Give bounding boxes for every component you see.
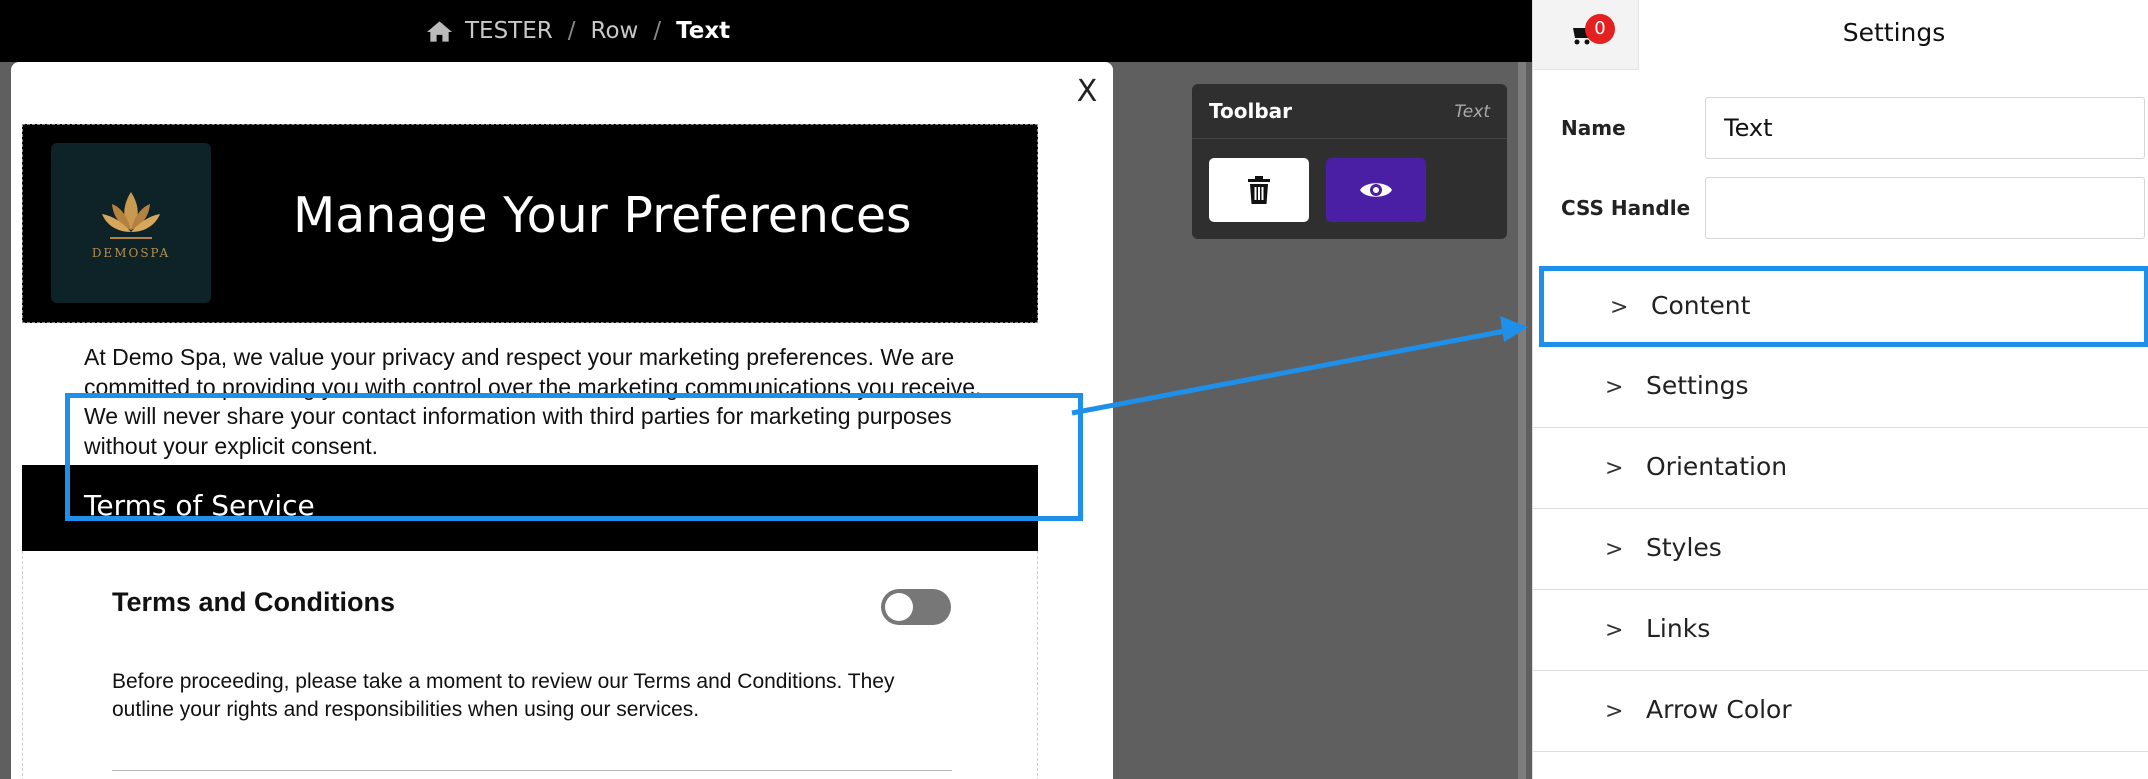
chevron-right-icon: > xyxy=(1605,618,1624,643)
toolbar-element-type: Text xyxy=(1454,102,1490,122)
lotus-logo-icon xyxy=(102,192,160,239)
name-label: Name xyxy=(1561,116,1626,140)
chevron-right-icon: > xyxy=(1605,375,1624,400)
top-bar: TESTER / Row / Text xyxy=(0,0,1532,62)
accordion-label: Arrow Color xyxy=(1646,695,1792,724)
terms-card[interactable]: Terms and Conditions Before proceeding, … xyxy=(22,551,1038,779)
element-toolbar: Toolbar Text xyxy=(1192,84,1507,239)
accordion-label: Content xyxy=(1651,291,1751,320)
accordion-label: Orientation xyxy=(1646,452,1788,481)
email-header-block[interactable]: DEMOSPA Manage Your Preferences xyxy=(22,124,1038,323)
chevron-right-icon: > xyxy=(1610,295,1629,320)
preview-button[interactable] xyxy=(1326,158,1426,222)
accordion-arrow-color[interactable]: > Arrow Color xyxy=(1533,671,2148,752)
breadcrumb-separator: / xyxy=(567,18,576,44)
eye-icon xyxy=(1360,183,1392,197)
accordion-label: Settings xyxy=(1646,371,1749,400)
logo-text: DEMOSPA xyxy=(91,246,171,260)
trash-icon xyxy=(1248,176,1270,204)
cart-count-badge: 0 xyxy=(1585,14,1615,44)
accordion-orientation[interactable]: > Orientation xyxy=(1533,428,2148,509)
terms-title: Terms and Conditions xyxy=(112,587,396,617)
cart-button[interactable]: 0 xyxy=(1533,0,1639,70)
breadcrumb: TESTER / Row / Text xyxy=(426,16,730,46)
email-preview-modal: X DEMOSPA Manage Your Preferences At Dem… xyxy=(11,62,1113,779)
settings-panel: 0 Settings Name CSS Handle > Content > S… xyxy=(1532,0,2148,779)
selected-element-highlight xyxy=(65,393,1083,521)
delete-button[interactable] xyxy=(1209,158,1309,222)
toggle-knob xyxy=(885,593,913,621)
breadcrumb-item-row[interactable]: Row xyxy=(591,18,639,44)
accordion-styles[interactable]: > Styles xyxy=(1533,509,2148,590)
toolbar-title: Toolbar xyxy=(1209,99,1292,123)
css-handle-label: CSS Handle xyxy=(1561,196,1691,220)
panel-resize-handle[interactable] xyxy=(1518,62,1526,779)
accordion-label: Links xyxy=(1646,614,1711,643)
chevron-right-icon: > xyxy=(1605,699,1624,724)
accordion-settings[interactable]: > Settings xyxy=(1533,347,2148,428)
css-handle-field[interactable] xyxy=(1705,177,2145,239)
chevron-right-icon: > xyxy=(1605,537,1624,562)
terms-toggle[interactable] xyxy=(881,589,951,625)
home-icon[interactable] xyxy=(426,19,453,43)
terms-body: Before proceeding, please take a moment … xyxy=(112,670,895,721)
breadcrumb-item-tester[interactable]: TESTER xyxy=(465,18,553,44)
breadcrumb-separator: / xyxy=(653,18,662,44)
terms-divider xyxy=(112,770,952,771)
logo: DEMOSPA xyxy=(51,143,211,303)
name-field[interactable] xyxy=(1705,97,2145,159)
panel-title: Settings xyxy=(1842,18,1946,47)
hero-title: Manage Your Preferences xyxy=(293,187,912,244)
toolbar-header: Toolbar Text xyxy=(1192,84,1507,139)
accordion-content[interactable]: > Content xyxy=(1539,266,2148,347)
accordion-links[interactable]: > Links xyxy=(1533,590,2148,671)
close-button[interactable]: X xyxy=(1067,72,1107,112)
accordion-label: Styles xyxy=(1646,533,1722,562)
breadcrumb-item-text: Text xyxy=(676,18,731,44)
chevron-right-icon: > xyxy=(1605,456,1624,481)
